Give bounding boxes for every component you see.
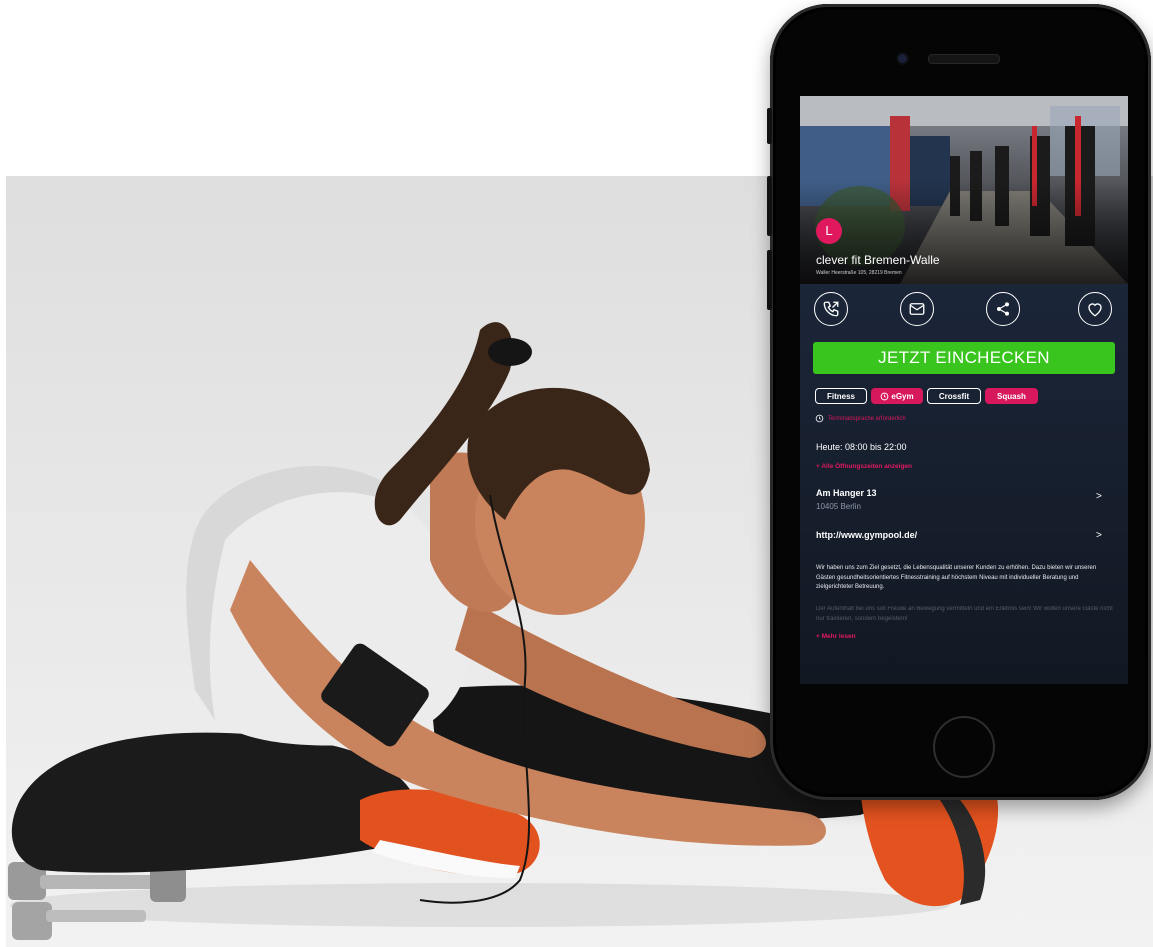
front-camera <box>898 54 907 63</box>
call-button[interactable] <box>814 292 848 326</box>
gym-avatar[interactable]: L <box>816 218 842 244</box>
website-chevron-icon[interactable]: > <box>1096 530 1102 541</box>
email-button[interactable] <box>900 292 934 326</box>
volume-up-button <box>767 176 772 236</box>
gym-description-more: Der Aufenthalt bei uns soll Freude an Be… <box>816 606 1113 622</box>
gym-hero-image: L clever fit Bremen-Walle Waller Heerstr… <box>800 96 1128 284</box>
tag-squash[interactable]: Squash <box>985 388 1038 404</box>
heart-icon <box>1088 303 1102 317</box>
gym-address: Waller Heerstraße 105, 28219 Bremen <box>816 270 902 276</box>
clock-icon <box>815 414 824 423</box>
volume-down-button <box>767 250 772 310</box>
mail-icon <box>909 303 925 315</box>
phone-call-icon <box>823 301 839 317</box>
location-city: 10405 Berlin <box>816 502 861 511</box>
favorite-button[interactable] <box>1078 292 1112 326</box>
checkin-button[interactable]: JETZT EINCHECKEN <box>813 342 1115 374</box>
all-opening-hours-link[interactable]: + Alle Öffnungszeiten anzeigen <box>816 463 912 470</box>
opening-hours-today: Heute: 08:00 bis 22:00 <box>816 442 907 452</box>
location-street[interactable]: Am Hanger 13 <box>816 488 877 498</box>
clock-icon <box>881 392 889 400</box>
home-button[interactable] <box>933 716 995 778</box>
gym-description: Wir haben uns zum Ziel gesetzt, die Lebe… <box>816 565 1097 590</box>
share-icon <box>997 302 1009 316</box>
earpiece-speaker <box>928 54 1000 64</box>
tag-crossfit[interactable]: Crossfit <box>927 388 981 404</box>
phone-mockup: L clever fit Bremen-Walle Waller Heerstr… <box>767 4 1151 800</box>
share-button[interactable] <box>986 292 1020 326</box>
location-chevron-icon[interactable]: > <box>1096 491 1102 502</box>
action-bar <box>800 292 1128 328</box>
tag-fitness[interactable]: Fitness <box>815 388 867 404</box>
mute-switch <box>767 108 772 144</box>
app-screen: L clever fit Bremen-Walle Waller Heerstr… <box>800 96 1128 684</box>
website-link[interactable]: http://www.gympool.de/ <box>816 530 917 540</box>
tag-egym[interactable]: eGym <box>871 388 923 404</box>
read-more-link[interactable]: + Mehr lesen <box>816 633 856 640</box>
appointment-notice: Terminabsprache erforderlich <box>815 414 906 423</box>
gym-name: clever fit Bremen-Walle <box>816 253 940 267</box>
